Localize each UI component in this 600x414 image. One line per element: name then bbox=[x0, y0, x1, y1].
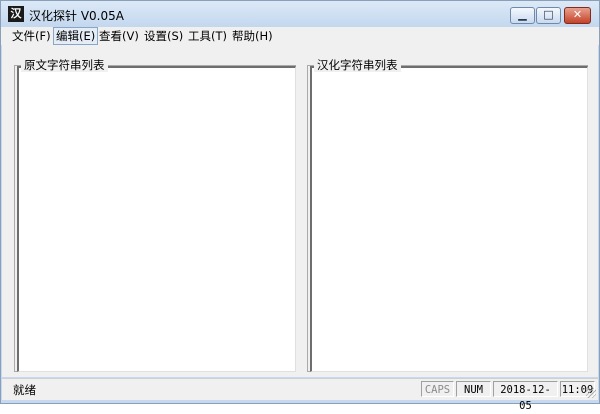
menu-bar: 文件(F) 编辑(E) 查看(V) 设置(S) 工具(T) 帮助(H) bbox=[1, 27, 599, 45]
status-date: 2018-12-05 bbox=[493, 381, 558, 412]
menu-edit[interactable]: 编辑(E) bbox=[53, 27, 99, 45]
resize-grip[interactable] bbox=[586, 388, 596, 398]
close-button[interactable]: ✕ bbox=[564, 7, 591, 24]
menu-file[interactable]: 文件(F) bbox=[10, 28, 53, 44]
translated-strings-list[interactable] bbox=[310, 66, 588, 372]
window-title: 汉化探针 V0.05A bbox=[29, 9, 124, 23]
title-bar[interactable]: 汉 汉化探针 V0.05A ▁ □ ✕ bbox=[1, 1, 599, 27]
maximize-button[interactable]: □ bbox=[536, 7, 561, 24]
translated-strings-label: 汉化字符串列表 bbox=[314, 58, 401, 72]
app-logo-icon[interactable]: 汉 bbox=[8, 6, 24, 22]
close-icon: ✕ bbox=[572, 8, 583, 21]
minimize-icon: ▁ bbox=[518, 8, 527, 21]
num-indicator: NUM bbox=[456, 381, 491, 397]
minimize-button[interactable]: ▁ bbox=[510, 7, 535, 24]
original-strings-label: 原文字符串列表 bbox=[21, 58, 108, 72]
original-strings-list[interactable] bbox=[17, 66, 296, 372]
original-strings-panel: 原文字符串列表 bbox=[14, 58, 296, 372]
app-window: 汉 汉化探针 V0.05A ▁ □ ✕ 文件(F) 编辑(E) 查看(V) 设置… bbox=[0, 0, 600, 412]
maximize-icon: □ bbox=[543, 8, 554, 21]
translated-strings-panel: 汉化字符串列表 bbox=[307, 58, 588, 372]
menu-settings[interactable]: 设置(S) bbox=[142, 28, 185, 44]
status-bar: 就绪 CAPS NUM 2018-12-05 11:09 bbox=[2, 378, 598, 412]
menu-help[interactable]: 帮助(H) bbox=[230, 28, 275, 44]
menu-view[interactable]: 查看(V) bbox=[97, 28, 141, 44]
status-text: 就绪 bbox=[13, 383, 36, 397]
menu-tools[interactable]: 工具(T) bbox=[186, 28, 229, 44]
caps-indicator: CAPS bbox=[421, 381, 454, 397]
main-area: 原文字符串列表 汉化字符串列表 bbox=[2, 45, 598, 377]
